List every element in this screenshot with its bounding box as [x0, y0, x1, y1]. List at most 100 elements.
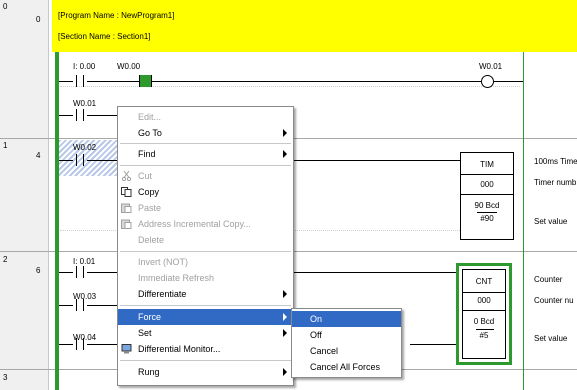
- menu-item-rung[interactable]: Rung: [118, 364, 293, 380]
- divider: [463, 292, 505, 293]
- contact-operand: W0.02: [73, 143, 97, 152]
- wire: [87, 115, 117, 116]
- wire: [87, 344, 117, 345]
- wire: [59, 344, 73, 345]
- menu-item-force-cancel[interactable]: Cancel: [292, 343, 401, 359]
- step-number: 0: [36, 15, 41, 24]
- timer-label: TIM: [480, 160, 494, 169]
- submenu-arrow-icon: [283, 329, 287, 337]
- operand-comment: Set value: [534, 334, 568, 343]
- contact-no-selected[interactable]: [73, 154, 87, 166]
- paste-icon: [121, 203, 132, 213]
- contact-no[interactable]: [73, 75, 87, 87]
- operand-comment: 100ms Time: [534, 157, 577, 166]
- contact-operand: I: 0.01: [73, 257, 96, 266]
- wire: [292, 272, 458, 273]
- contact-operand: I: 0.00: [73, 62, 96, 71]
- menu-separator: [120, 165, 291, 166]
- counter-label: CNT: [475, 277, 493, 286]
- menu-separator: [120, 360, 291, 361]
- timer-set-value: #90: [480, 214, 494, 223]
- menu-item-copy[interactable]: Copy: [118, 184, 293, 200]
- program-name: [Program Name : NewProgram1]: [58, 11, 175, 20]
- divider: [461, 174, 513, 175]
- timer-set-bcd: 90 Bcd: [474, 201, 500, 210]
- wire: [59, 160, 73, 161]
- rung-gutter-1[interactable]: [0, 139, 49, 251]
- left-power-rail: [55, 52, 59, 390]
- timer-number: 000: [480, 180, 494, 189]
- contact-no[interactable]: [73, 299, 87, 311]
- right-power-rail: [523, 52, 524, 390]
- copy-icon: [121, 187, 132, 197]
- wire: [87, 305, 117, 306]
- grid-line: [60, 86, 520, 88]
- wire: [493, 81, 523, 82]
- coil-operand: W0.01: [479, 62, 503, 71]
- wire: [151, 81, 481, 82]
- step-number: 4: [36, 151, 41, 160]
- menu-item-immediate-refresh[interactable]: Immediate Refresh: [118, 270, 293, 286]
- menu-item-paste[interactable]: Paste: [118, 200, 293, 216]
- section-name: [Section Name : Section1]: [58, 32, 151, 41]
- contact-no[interactable]: [73, 109, 87, 121]
- incremental-copy-icon: [121, 219, 132, 229]
- menu-separator: [120, 251, 291, 252]
- submenu-arrow-icon: [283, 150, 287, 158]
- contact-operand: W0.00: [117, 62, 141, 71]
- menu-item-invert-not[interactable]: Invert (NOT): [118, 254, 293, 270]
- contact-operand: W0.01: [73, 99, 97, 108]
- submenu-arrow-icon: [283, 290, 287, 298]
- operand-comment: Counter nu: [534, 296, 574, 305]
- timer-instruction-block[interactable]: TIM 000 90 Bcd #90: [460, 152, 514, 240]
- wire: [59, 115, 73, 116]
- overline: [476, 329, 494, 330]
- counter-set-value: #5: [479, 331, 489, 340]
- context-menu[interactable]: Edit... Go To Find Cut Copy Paste Addres…: [117, 106, 294, 386]
- menu-item-delete[interactable]: Delete: [118, 232, 293, 248]
- menu-item-set[interactable]: Set: [118, 325, 293, 341]
- menu-item-address-incremental-copy[interactable]: Address Incremental Copy...: [118, 216, 293, 232]
- divider: [461, 194, 513, 195]
- rung-gutter-2[interactable]: [0, 252, 49, 369]
- differential-monitor-icon: [121, 344, 132, 354]
- menu-item-force-on[interactable]: On: [292, 311, 401, 327]
- rung-number: 1: [3, 141, 8, 150]
- counter-number: 000: [477, 296, 491, 305]
- menu-item-edit[interactable]: Edit...: [118, 109, 293, 125]
- menu-item-force-off[interactable]: Off: [292, 327, 401, 343]
- counter-set-bcd: 0 Bcd: [473, 317, 495, 326]
- menu-separator: [120, 143, 291, 144]
- rung-number: 3: [3, 373, 8, 382]
- wire: [292, 160, 460, 161]
- operand-comment: Set value: [534, 217, 568, 226]
- rung-number: 2: [3, 255, 8, 264]
- wire: [59, 305, 73, 306]
- menu-item-cancel-all-forces[interactable]: Cancel All Forces: [292, 359, 401, 375]
- counter-instruction-block[interactable]: CNT 000 0 Bcd #5: [456, 263, 512, 365]
- menu-item-find[interactable]: Find: [118, 146, 293, 162]
- wire: [87, 272, 117, 273]
- wire: [59, 81, 73, 82]
- force-submenu[interactable]: On Off Cancel Cancel All Forces: [291, 308, 402, 378]
- menu-separator: [120, 305, 291, 306]
- menu-item-differentiate[interactable]: Differentiate: [118, 286, 293, 302]
- overline: [477, 212, 497, 213]
- step-number: 6: [36, 266, 41, 275]
- scissors-icon: [121, 171, 132, 181]
- rung-gutter-0[interactable]: [0, 0, 49, 138]
- menu-item-go-to[interactable]: Go To: [118, 125, 293, 141]
- rung-number: 0: [3, 2, 8, 11]
- submenu-arrow-icon: [283, 129, 287, 137]
- menu-item-differential-monitor[interactable]: Differential Monitor...: [118, 341, 293, 357]
- menu-item-cut[interactable]: Cut: [118, 168, 293, 184]
- submenu-arrow-icon: [283, 313, 287, 321]
- program-header-banner: [52, 0, 577, 52]
- submenu-arrow-icon: [283, 368, 287, 376]
- menu-item-force[interactable]: Force: [118, 309, 293, 325]
- contact-no[interactable]: [73, 266, 87, 278]
- divider: [463, 310, 505, 311]
- wire: [87, 81, 139, 82]
- wire: [410, 344, 458, 345]
- contact-no[interactable]: [73, 338, 87, 350]
